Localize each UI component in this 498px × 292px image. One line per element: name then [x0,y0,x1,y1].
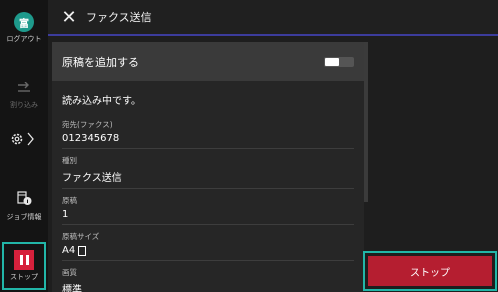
gear-icon [11,132,34,146]
pause-icon [14,250,34,270]
field-label: 原稿サイズ [62,232,100,241]
field-label: 画質 [62,268,77,277]
add-original-label: 原稿を追加する [62,55,139,69]
job-info-label: ジョブ情報 [6,213,42,221]
stop-side-button[interactable]: ストップ [2,242,46,290]
field-destination: 宛先(ファクス) 012345678 [62,107,354,148]
user-badge-icon: 富 [14,12,34,32]
field-value: ファクス送信 [62,173,122,184]
field-value: 1 [62,209,69,220]
field-original-size: 原稿サイズ A4 [62,224,354,260]
field-type: 種別 ファクス送信 [62,148,354,188]
job-detail-panel: 原稿を追加する 読み込み中です。 宛先(ファクス) 012345678 種別 フ… [52,42,364,292]
field-label: 原稿 [62,196,77,205]
stop-button-label: ストップ [368,256,492,286]
field-value: A4 [62,245,76,256]
field-value-row: A4 [62,245,354,256]
field-originals: 原稿 1 [62,188,354,224]
panel-scrollbar[interactable] [364,42,368,202]
sidebar: 富 ログアウト 割り込み ジョブ情報 ストップ [0,0,48,292]
close-icon[interactable]: ✕ [54,0,84,35]
field-image-quality: 画質 標準 [62,260,354,292]
status-text: 読み込み中です。 [62,96,141,107]
stop-button[interactable]: ストップ [363,251,497,291]
interrupt-label: 割り込み [10,101,38,109]
field-value: 012345678 [62,133,120,144]
header-bar: ✕ ファクス送信 [48,0,498,36]
settings-button[interactable] [0,130,48,152]
interrupt-icon [18,81,30,92]
toggle-knob [325,58,339,66]
job-info-icon [17,191,32,205]
job-info-button[interactable]: ジョブ情報 [0,190,48,222]
page-title: ファクス送信 [86,11,152,24]
logout-button[interactable]: 富 ログアウト [0,12,48,44]
add-original-row[interactable]: 原稿を追加する [52,42,364,81]
interrupt-button[interactable]: 割り込み [0,79,48,110]
portrait-orientation-icon [78,245,87,256]
field-label: 宛先(ファクス) [62,120,113,129]
add-original-toggle[interactable] [324,57,354,67]
field-value: 標準 [62,285,82,292]
field-label: 種別 [62,156,77,165]
logout-label: ログアウト [6,35,42,43]
stop-side-label: ストップ [10,273,38,281]
